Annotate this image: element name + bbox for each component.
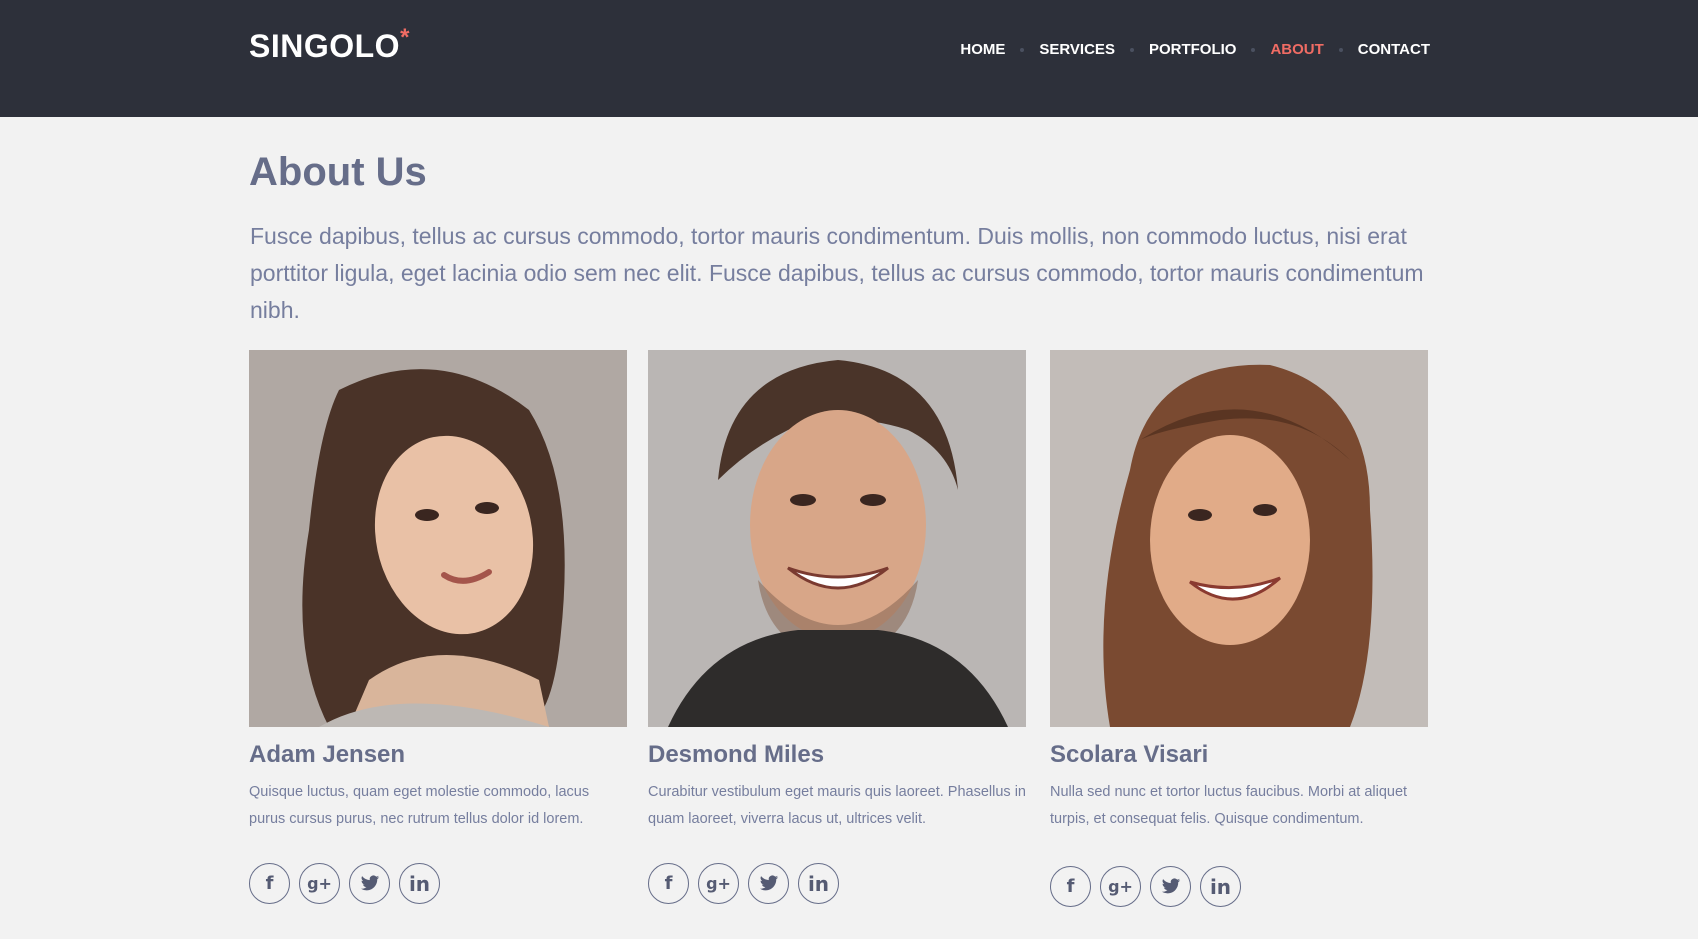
google-plus-icon[interactable]: g+ [299,863,340,904]
team-member-photo [249,350,627,727]
linkedin-icon[interactable]: in [798,863,839,904]
site-header: SINGOLO* HOME SERVICES PORTFOLIO ABOUT C… [0,0,1698,117]
team-member-card: Desmond Miles Curabitur vestibulum eget … [648,350,1026,904]
nav-portfolio[interactable]: PORTFOLIO [1149,41,1237,58]
linkedin-icon[interactable]: in [1200,866,1241,907]
logo-star-icon: * [400,24,410,51]
twitter-icon[interactable] [748,863,789,904]
team-member-name: Desmond Miles [648,741,825,768]
nav-home[interactable]: HOME [960,41,1005,58]
nav-separator [1020,47,1025,52]
nav-separator [1338,47,1343,52]
team-member-card: Adam Jensen Quisque luctus, quam eget mo… [249,350,627,904]
twitter-icon[interactable] [1150,866,1191,907]
nav-services[interactable]: SERVICES [1039,41,1115,58]
twitter-icon[interactable] [349,863,390,904]
team-member-photo [648,350,1026,727]
linkedin-icon[interactable]: in [399,863,440,904]
team-member-photo [1050,350,1428,727]
team-member-description: Curabitur vestibulum eget mauris quis la… [648,784,1026,827]
main-nav: HOME SERVICES PORTFOLIO ABOUT CONTACT [960,41,1430,58]
nav-about[interactable]: ABOUT [1270,41,1323,58]
social-links: f g+ in [1050,866,1250,907]
team-member-name: Adam Jensen [249,741,406,768]
team-member-description: Quisque luctus, quam eget molestie commo… [249,784,590,827]
facebook-icon[interactable]: f [1050,866,1091,907]
facebook-icon[interactable]: f [648,863,689,904]
nav-separator [1129,47,1134,52]
google-plus-icon[interactable]: g+ [1100,866,1141,907]
team-member-card: Scolara Visari Nulla sed nunc et tortor … [1050,350,1428,907]
team-member-name: Scolara Visari [1050,741,1209,768]
social-links: f g+ in [648,863,848,904]
nav-separator [1251,47,1256,52]
team-member-description: Nulla sed nunc et tortor luctus faucibus… [1050,784,1408,827]
logo[interactable]: SINGOLO* [249,24,410,65]
social-links: f g+ in [249,863,449,904]
about-intro: Fusce dapibus, tellus ac cursus commodo,… [250,223,1424,323]
facebook-icon[interactable]: f [249,863,290,904]
logo-text: SINGOLO [249,28,401,64]
nav-contact[interactable]: CONTACT [1358,41,1430,58]
google-plus-icon[interactable]: g+ [698,863,739,904]
page-title: About Us [249,150,427,194]
